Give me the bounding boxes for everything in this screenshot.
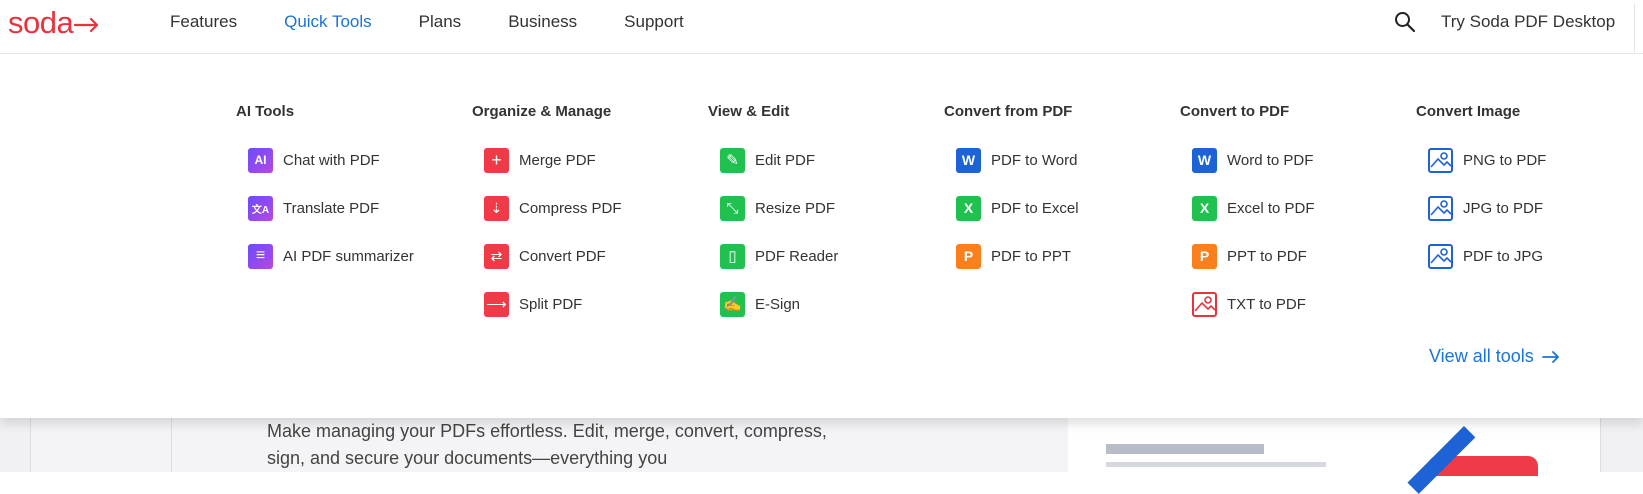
tool-pdf-reader[interactable]: ▯ PDF Reader [720,243,838,269]
tool-label: PDF to JPG [1463,247,1544,265]
illustration-line [1106,444,1264,454]
translate-icon: 文A [248,195,273,221]
nav-support[interactable]: Support [624,12,684,32]
divider [171,418,172,472]
hero-panel: Make managing your PDFs effortless. Edit… [30,418,1081,472]
tool-png-to-pdf[interactable]: PNG to PDF [1428,147,1546,173]
split-icon: ⟶ [484,291,509,317]
column-title: Convert Image [1416,103,1521,120]
tool-label: Split PDF [519,295,583,313]
view-all-tools-link[interactable]: View all tools [1429,346,1560,367]
resize-icon: ⤡ [720,195,745,221]
pencil-icon: ✎ [720,147,745,173]
convert-icon: ⇄ [484,243,509,269]
logo-text: soda [8,5,74,40]
nav-plans[interactable]: Plans [419,12,462,32]
column-title: Convert to PDF [1180,103,1290,120]
tool-label: Translate PDF [283,199,380,217]
soda-logo[interactable]: soda [8,3,100,43]
book-icon: ▯ [720,243,745,269]
tool-label: Edit PDF [755,151,816,169]
text-image-icon [1192,291,1217,317]
tool-ai-pdf-summarizer[interactable]: ≡ AI PDF summarizer [248,243,414,269]
tool-label: Chat with PDF [283,151,380,169]
nav-quick-tools[interactable]: Quick Tools [284,12,372,32]
tool-label: AI PDF summarizer [283,247,414,265]
tool-label: Excel to PDF [1227,199,1315,217]
page-background: Make managing your PDFs effortless. Edit… [0,418,1643,494]
nav-features[interactable]: Features [170,12,237,32]
column-title: AI Tools [236,103,295,120]
try-desktop-link[interactable]: Try Soda PDF Desktop [1441,12,1615,32]
tool-label: PPT to PDF [1227,247,1307,265]
tool-merge-pdf[interactable]: + Merge PDF [484,147,596,173]
tool-pdf-to-ppt[interactable]: P PDF to PPT [956,243,1071,269]
search-button[interactable] [1394,11,1416,33]
tool-label: Word to PDF [1227,151,1314,169]
tool-ppt-to-pdf[interactable]: P PPT to PDF [1192,243,1307,269]
hero-description: Make managing your PDFs effortless. Edit… [267,421,827,468]
tool-pdf-to-excel[interactable]: X PDF to Excel [956,195,1079,221]
tool-pdf-to-jpg[interactable]: PDF to JPG [1428,243,1543,269]
tool-label: PDF to Excel [991,199,1079,217]
tool-pdf-to-word[interactable]: W PDF to Word [956,147,1077,173]
tool-jpg-to-pdf[interactable]: JPG to PDF [1428,195,1543,221]
tool-label: Resize PDF [755,199,836,217]
summarize-icon: ≡ [248,243,273,269]
header-divider [1634,4,1635,52]
tool-split-pdf[interactable]: ⟶ Split PDF [484,291,582,317]
tool-txt-to-pdf[interactable]: TXT to PDF [1192,291,1306,317]
tool-label: Compress PDF [519,199,622,217]
word-icon: W [1192,147,1217,173]
image-icon [1428,147,1453,173]
tool-excel-to-pdf[interactable]: X Excel to PDF [1192,195,1315,221]
compress-icon: ⇣ [484,195,509,221]
tool-chat-with-pdf[interactable]: AI Chat with PDF [248,147,380,173]
tool-label: Convert PDF [519,247,606,265]
column-title: Organize & Manage [472,103,612,120]
tool-label: PDF to PPT [991,247,1072,265]
tool-resize-pdf[interactable]: ⤡ Resize PDF [720,195,835,221]
tool-label: PDF to Word [991,151,1078,169]
tool-label: JPG to PDF [1463,199,1544,217]
search-icon [1395,12,1416,33]
tool-label: E-Sign [755,295,801,313]
merge-icon: + [484,147,509,173]
powerpoint-icon: P [1192,243,1217,269]
tool-label: PDF Reader [755,247,839,265]
tool-label: TXT to PDF [1227,295,1306,313]
tool-label: PNG to PDF [1463,151,1547,169]
tool-label: Merge PDF [519,151,596,169]
view-all-label: View all tools [1429,346,1534,366]
word-icon: W [956,147,981,173]
hero-illustration [1068,418,1601,494]
excel-icon: X [956,195,981,221]
tool-translate-pdf[interactable]: 文A Translate PDF [248,195,379,221]
tool-compress-pdf[interactable]: ⇣ Compress PDF [484,195,622,221]
column-title: View & Edit [708,103,790,120]
signature-icon: ✍ [720,291,745,317]
ai-chat-icon: AI [248,147,273,173]
excel-icon: X [1192,195,1217,221]
image-icon [1428,195,1453,221]
image-icon [1428,243,1453,269]
main-nav: Features Quick Tools Plans Business Supp… [170,0,731,44]
quick-tools-menu: AI Tools AI Chat with PDF 文A Translate P… [0,54,1643,418]
tool-edit-pdf[interactable]: ✎ Edit PDF [720,147,815,173]
column-title: Convert from PDF [944,103,1073,120]
arrow-right-icon [1541,350,1560,363]
illustration-line [1106,462,1326,467]
powerpoint-icon: P [956,243,981,269]
tool-word-to-pdf[interactable]: W Word to PDF [1192,147,1313,173]
logo-arrow-icon [74,17,99,32]
nav-business[interactable]: Business [508,12,577,32]
tool-e-sign[interactable]: ✍ E-Sign [720,291,800,317]
site-header: soda Features Quick Tools Plans Business… [0,0,1643,54]
tool-convert-pdf[interactable]: ⇄ Convert PDF [484,243,606,269]
